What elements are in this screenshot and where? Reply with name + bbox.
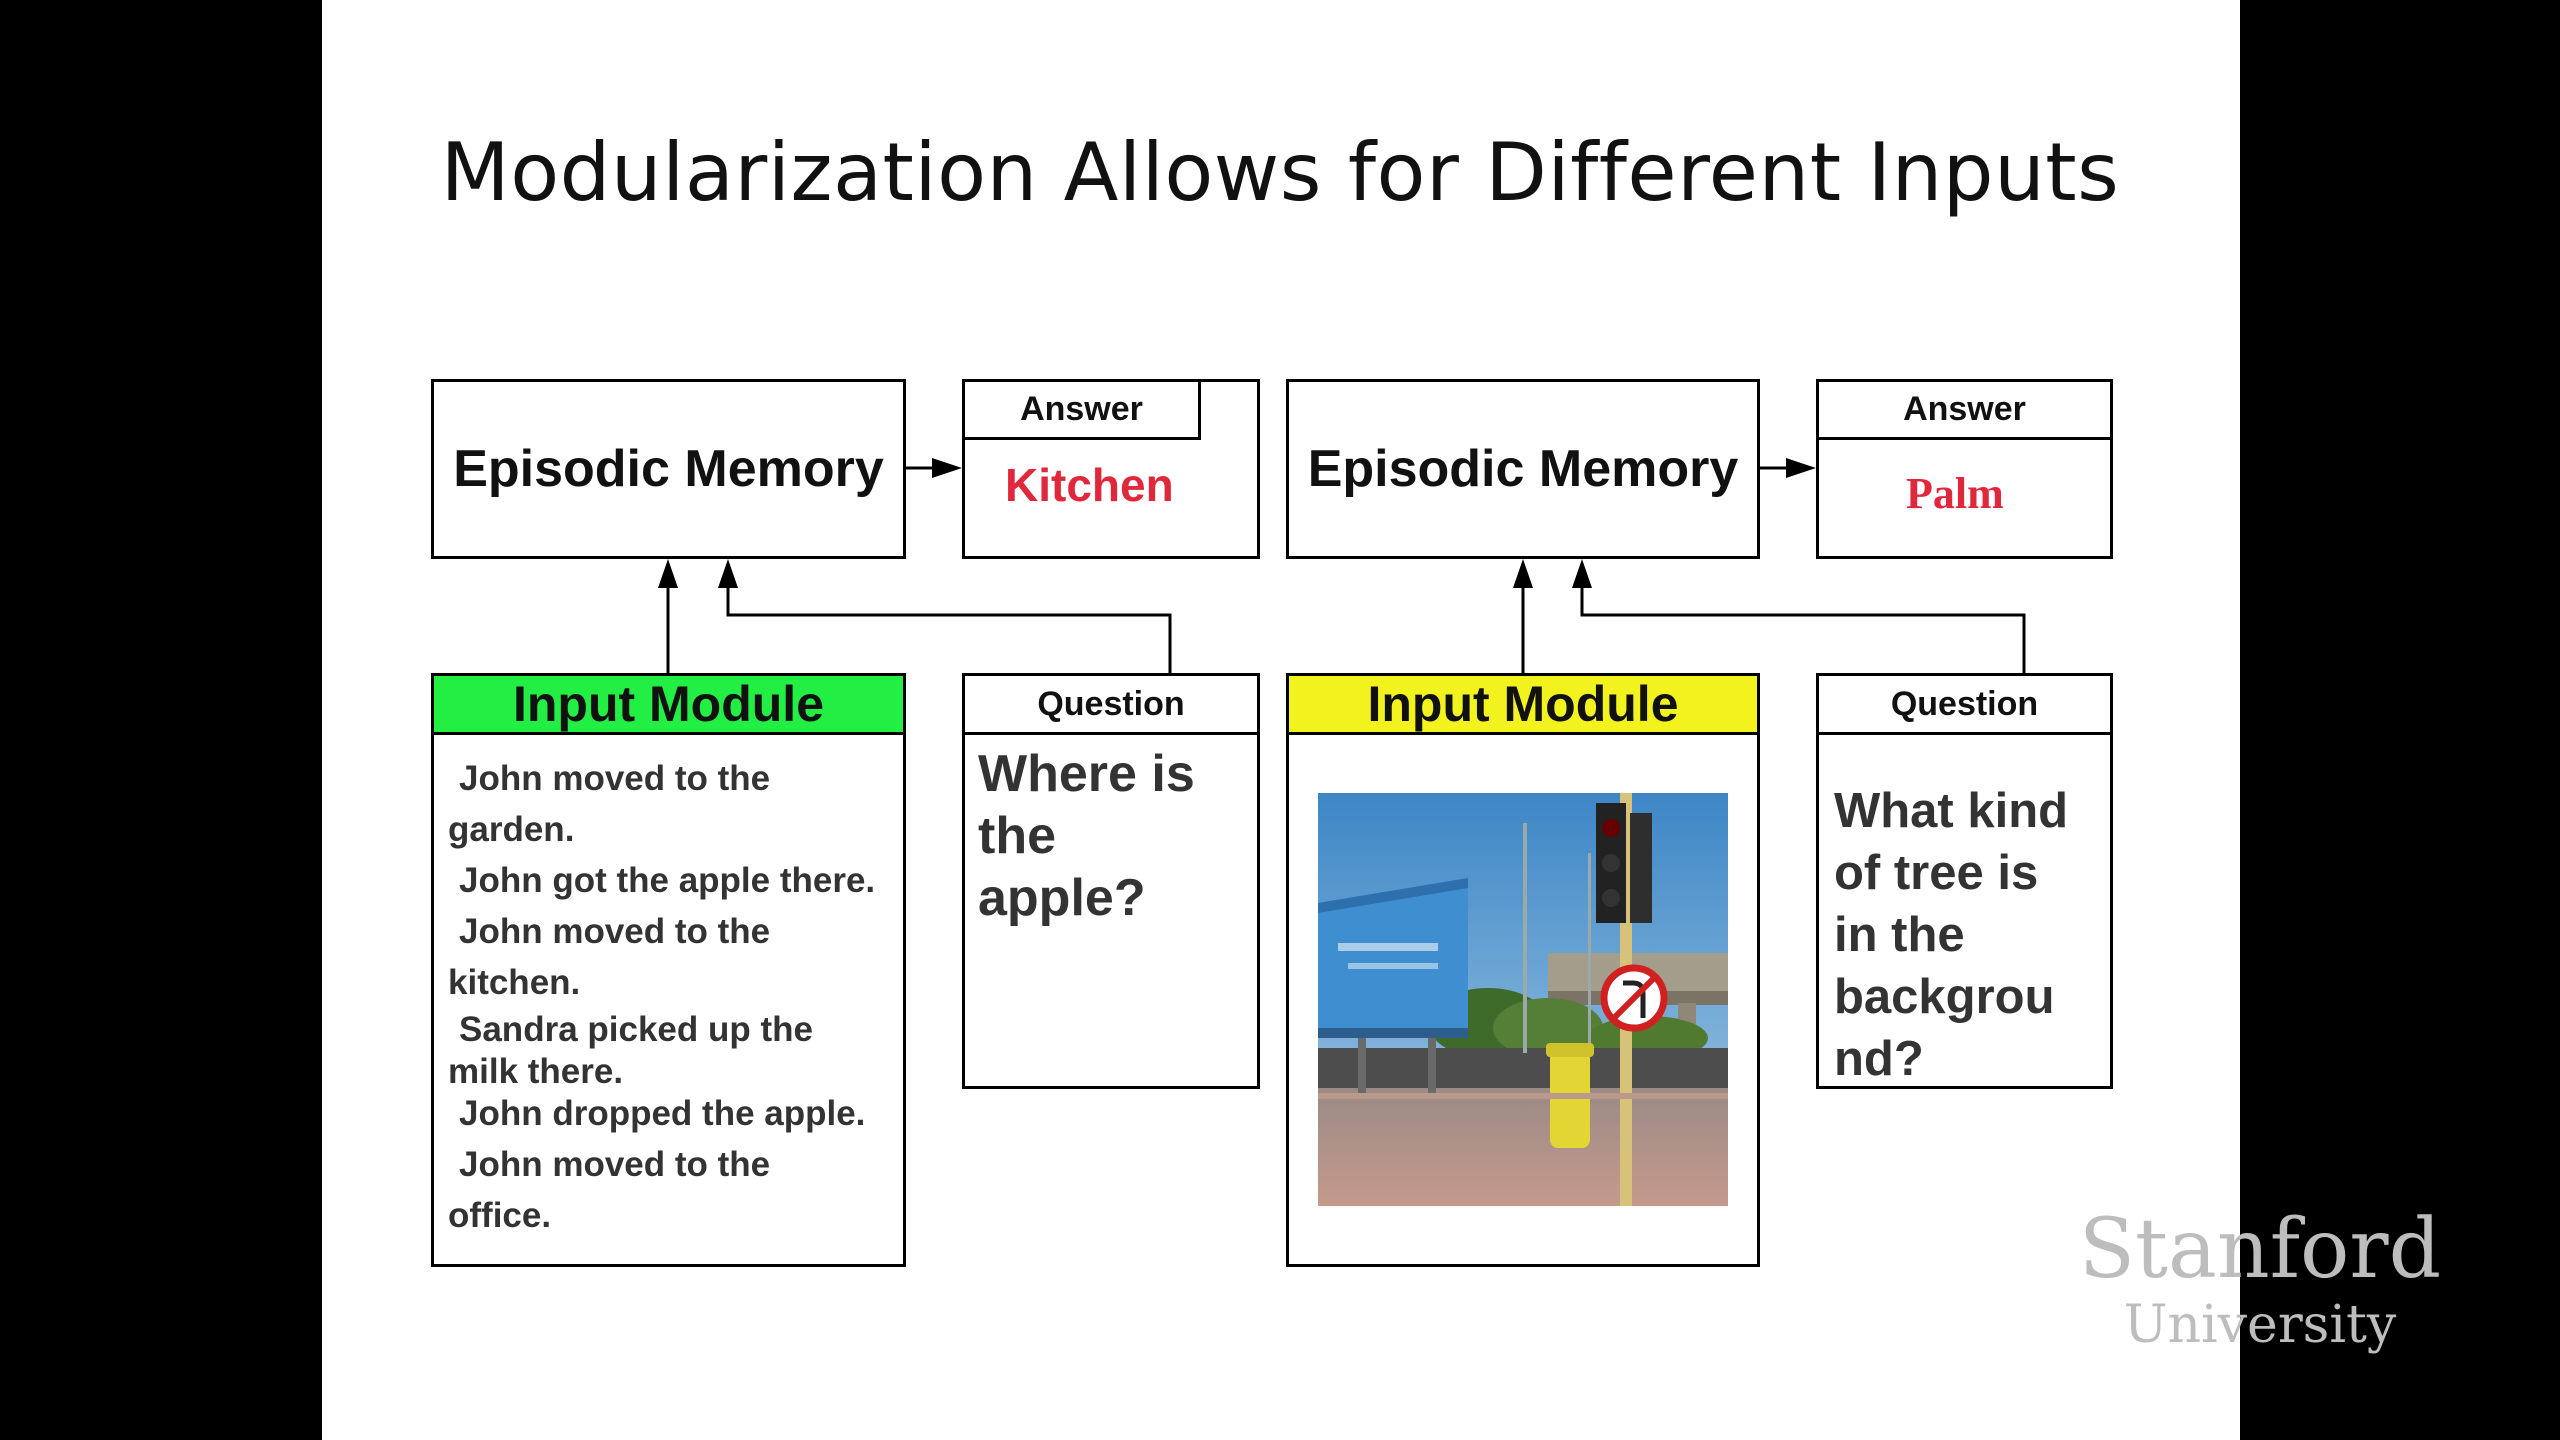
right-episodic-memory-label: Episodic Memory bbox=[1307, 440, 1739, 498]
question-line: backgrou bbox=[1834, 970, 2055, 1024]
left-answer-value: Kitchen bbox=[1005, 459, 1174, 511]
question-line: What kind bbox=[1834, 784, 2069, 838]
story-line: John got the apple there. bbox=[459, 861, 876, 900]
story-line: kitchen. bbox=[448, 963, 581, 1002]
street-scene-photo bbox=[1318, 793, 1728, 1206]
logo-line-stanford: Stanford bbox=[2078, 1202, 2442, 1297]
question-line: in the bbox=[1834, 908, 1965, 962]
stanford-university-logo: Stanford University bbox=[2040, 1202, 2480, 1356]
right-answer-tab: Answer bbox=[1816, 379, 2113, 440]
question-line: the bbox=[978, 807, 1056, 865]
logo-line-university: University bbox=[2123, 1295, 2397, 1355]
arrowhead bbox=[1513, 559, 1533, 588]
story-line: John moved to the bbox=[459, 759, 771, 798]
question-line: apple? bbox=[978, 869, 1146, 927]
story-line: Sandra picked up the bbox=[459, 1010, 813, 1049]
story-line: office. bbox=[448, 1196, 552, 1235]
story-line: John dropped the apple. bbox=[459, 1094, 866, 1133]
question-line: nd? bbox=[1834, 1032, 1924, 1086]
arrowhead bbox=[658, 559, 678, 588]
right-episodic-memory-box: Episodic Memory bbox=[1286, 379, 1760, 559]
left-episodic-memory-label: Episodic Memory bbox=[453, 440, 884, 498]
right-question-arrow bbox=[1580, 563, 2026, 673]
left-answer-tab: Answer bbox=[962, 379, 1201, 440]
left-question-tab: Question bbox=[962, 673, 1260, 735]
left-input-module-header: Input Module bbox=[431, 673, 906, 735]
arrowhead bbox=[718, 559, 738, 588]
story-line: garden. bbox=[448, 810, 575, 849]
question-line: Where is bbox=[978, 745, 1195, 803]
right-question-tab: Question bbox=[1816, 673, 2113, 735]
story-line: John moved to the bbox=[459, 1145, 771, 1184]
arrowhead bbox=[1786, 458, 1816, 478]
story-line: John moved to the bbox=[459, 912, 771, 951]
left-episodic-memory-box: Episodic Memory bbox=[431, 379, 906, 559]
story-line: milk there. bbox=[448, 1052, 624, 1091]
question-line: of tree is bbox=[1834, 846, 2039, 900]
arrowhead bbox=[932, 458, 962, 478]
right-answer-value: Palm bbox=[1906, 469, 2004, 518]
right-input-module-header: Input Module bbox=[1286, 673, 1760, 735]
left-question-arrow bbox=[726, 563, 1172, 673]
arrowhead bbox=[1572, 559, 1592, 588]
